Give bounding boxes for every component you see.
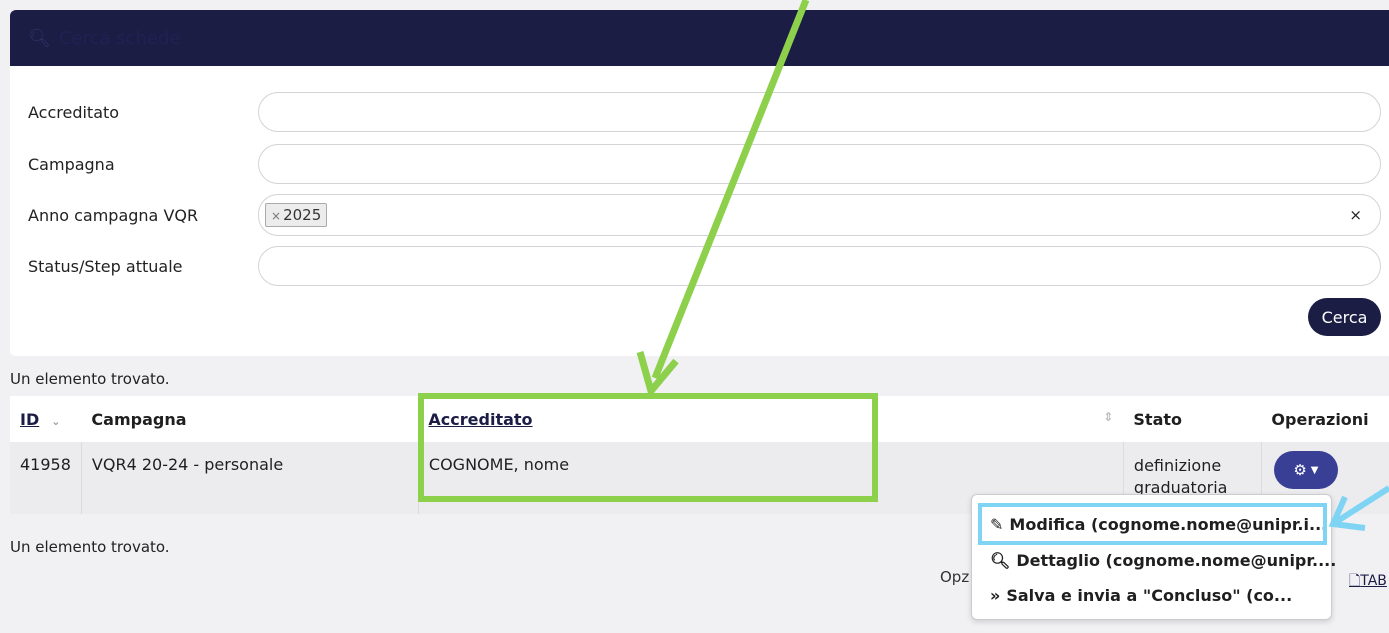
annotation-arrows <box>636 0 1389 531</box>
green-arrow-line <box>651 0 810 380</box>
